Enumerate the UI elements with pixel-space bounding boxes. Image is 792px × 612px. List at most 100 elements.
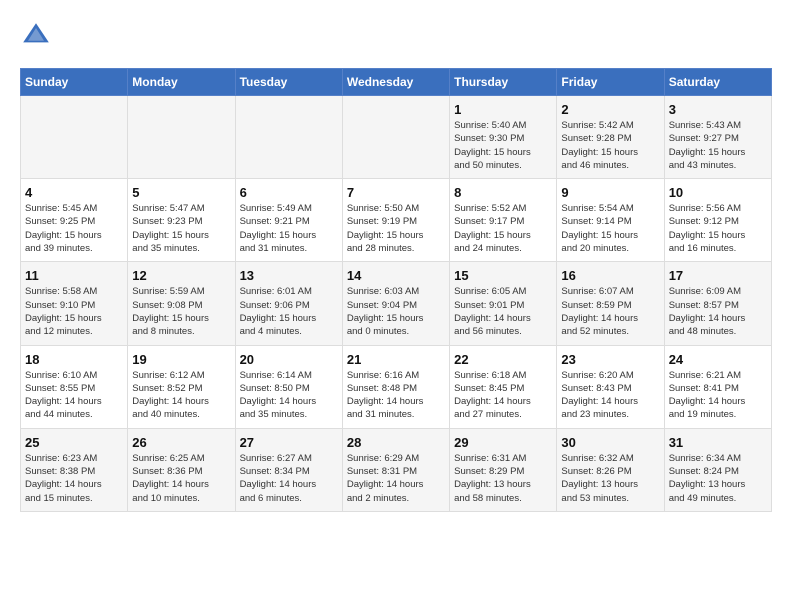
calendar-day-cell: 15Sunrise: 6:05 AM Sunset: 9:01 PM Dayli… bbox=[450, 262, 557, 345]
calendar-day-cell: 5Sunrise: 5:47 AM Sunset: 9:23 PM Daylig… bbox=[128, 179, 235, 262]
day-number: 8 bbox=[454, 185, 552, 200]
day-number: 15 bbox=[454, 268, 552, 283]
day-number: 13 bbox=[240, 268, 338, 283]
calendar-week-row: 25 Sunrise: 6:23 AM Sunset: 8:38 PM Dayli… bbox=[21, 428, 772, 511]
day-info: Sunrise: 6:12 AM Sunset: 8:52 PM Dayligh… bbox=[132, 369, 230, 422]
day-number: 5 bbox=[132, 185, 230, 200]
weekday-header-sunday: Sunday bbox=[21, 69, 128, 96]
weekday-header-row: SundayMondayTuesdayWednesdayThursdayFrid… bbox=[21, 69, 772, 96]
day-number: 4 bbox=[25, 185, 123, 200]
calendar-day-cell: 16 Sunrise: 6:07 AM Sunset: 8:59 PM Dayli… bbox=[557, 262, 664, 345]
calendar-day-cell: 12 Sunrise: 5:59 AM Sunset: 9:08 PM Dayli… bbox=[128, 262, 235, 345]
day-info: Sunrise: 6:23 AM Sunset: 8:38 PM Dayligh… bbox=[25, 452, 123, 505]
calendar-day-cell: 29 Sunrise: 6:31 AM Sunset: 8:29 PM Dayli… bbox=[450, 428, 557, 511]
day-info: Sunrise: 6:09 AM Sunset: 8:57 PM Dayligh… bbox=[669, 285, 767, 338]
calendar-day-cell: 13Sunrise: 6:01 AM Sunset: 9:06 PM Dayli… bbox=[235, 262, 342, 345]
day-info: Sunrise: 5:56 AM Sunset: 9:12 PM Dayligh… bbox=[669, 202, 767, 255]
day-number: 18 bbox=[25, 352, 123, 367]
calendar-day-cell bbox=[21, 96, 128, 179]
calendar-day-cell: 4 Sunrise: 5:45 AM Sunset: 9:25 PM Daylig… bbox=[21, 179, 128, 262]
calendar-day-cell: 11 Sunrise: 5:58 AM Sunset: 9:10 PM Dayli… bbox=[21, 262, 128, 345]
weekday-header-wednesday: Wednesday bbox=[342, 69, 449, 96]
logo bbox=[20, 20, 56, 52]
day-info: Sunrise: 6:27 AM Sunset: 8:34 PM Dayligh… bbox=[240, 452, 338, 505]
day-number: 28 bbox=[347, 435, 445, 450]
weekday-header-monday: Monday bbox=[128, 69, 235, 96]
calendar-day-cell bbox=[235, 96, 342, 179]
day-number: 30 bbox=[561, 435, 659, 450]
calendar-day-cell: 23Sunrise: 6:20 AM Sunset: 8:43 PM Dayli… bbox=[557, 345, 664, 428]
calendar-day-cell: 6 Sunrise: 5:49 AM Sunset: 9:21 PM Daylig… bbox=[235, 179, 342, 262]
day-info: Sunrise: 6:25 AM Sunset: 8:36 PM Dayligh… bbox=[132, 452, 230, 505]
day-number: 7 bbox=[347, 185, 445, 200]
calendar-day-cell: 14Sunrise: 6:03 AM Sunset: 9:04 PM Dayli… bbox=[342, 262, 449, 345]
calendar-day-cell: 27Sunrise: 6:27 AM Sunset: 8:34 PM Dayli… bbox=[235, 428, 342, 511]
day-number: 23 bbox=[561, 352, 659, 367]
calendar-header: SundayMondayTuesdayWednesdayThursdayFrid… bbox=[21, 69, 772, 96]
day-info: Sunrise: 6:14 AM Sunset: 8:50 PM Dayligh… bbox=[240, 369, 338, 422]
calendar-day-cell: 17Sunrise: 6:09 AM Sunset: 8:57 PM Dayli… bbox=[664, 262, 771, 345]
calendar-day-cell: 8 Sunrise: 5:52 AM Sunset: 9:17 PM Daylig… bbox=[450, 179, 557, 262]
calendar-day-cell: 22Sunrise: 6:18 AM Sunset: 8:45 PM Dayli… bbox=[450, 345, 557, 428]
day-number: 1 bbox=[454, 102, 552, 117]
calendar-body: 1 Sunrise: 5:40 AM Sunset: 9:30 PM Daylig… bbox=[21, 96, 772, 512]
day-info: Sunrise: 5:52 AM Sunset: 9:17 PM Dayligh… bbox=[454, 202, 552, 255]
calendar-day-cell: 24 Sunrise: 6:21 AM Sunset: 8:41 PM Dayli… bbox=[664, 345, 771, 428]
day-info: Sunrise: 5:49 AM Sunset: 9:21 PM Dayligh… bbox=[240, 202, 338, 255]
calendar-day-cell: 21 Sunrise: 6:16 AM Sunset: 8:48 PM Dayli… bbox=[342, 345, 449, 428]
day-number: 2 bbox=[561, 102, 659, 117]
day-info: Sunrise: 6:07 AM Sunset: 8:59 PM Dayligh… bbox=[561, 285, 659, 338]
day-info: Sunrise: 5:43 AM Sunset: 9:27 PM Dayligh… bbox=[669, 119, 767, 172]
calendar-day-cell: 28 Sunrise: 6:29 AM Sunset: 8:31 PM Dayli… bbox=[342, 428, 449, 511]
calendar-day-cell: 18 Sunrise: 6:10 AM Sunset: 8:55 PM Dayli… bbox=[21, 345, 128, 428]
calendar-day-cell: 20Sunrise: 6:14 AM Sunset: 8:50 PM Dayli… bbox=[235, 345, 342, 428]
calendar-day-cell: 9 Sunrise: 5:54 AM Sunset: 9:14 PM Daylig… bbox=[557, 179, 664, 262]
calendar-day-cell: 7 Sunrise: 5:50 AM Sunset: 9:19 PM Daylig… bbox=[342, 179, 449, 262]
calendar-week-row: 4 Sunrise: 5:45 AM Sunset: 9:25 PM Daylig… bbox=[21, 179, 772, 262]
weekday-header-thursday: Thursday bbox=[450, 69, 557, 96]
day-number: 19 bbox=[132, 352, 230, 367]
day-info: Sunrise: 5:50 AM Sunset: 9:19 PM Dayligh… bbox=[347, 202, 445, 255]
day-info: Sunrise: 6:32 AM Sunset: 8:26 PM Dayligh… bbox=[561, 452, 659, 505]
day-info: Sunrise: 5:54 AM Sunset: 9:14 PM Dayligh… bbox=[561, 202, 659, 255]
day-number: 6 bbox=[240, 185, 338, 200]
day-number: 10 bbox=[669, 185, 767, 200]
day-number: 26 bbox=[132, 435, 230, 450]
page-header bbox=[20, 20, 772, 52]
day-number: 16 bbox=[561, 268, 659, 283]
day-info: Sunrise: 6:10 AM Sunset: 8:55 PM Dayligh… bbox=[25, 369, 123, 422]
calendar-day-cell: 3 Sunrise: 5:43 AM Sunset: 9:27 PM Daylig… bbox=[664, 96, 771, 179]
day-number: 25 bbox=[25, 435, 123, 450]
day-number: 14 bbox=[347, 268, 445, 283]
day-number: 11 bbox=[25, 268, 123, 283]
calendar-week-row: 1 Sunrise: 5:40 AM Sunset: 9:30 PM Daylig… bbox=[21, 96, 772, 179]
day-number: 24 bbox=[669, 352, 767, 367]
weekday-header-friday: Friday bbox=[557, 69, 664, 96]
calendar-day-cell: 10 Sunrise: 5:56 AM Sunset: 9:12 PM Dayli… bbox=[664, 179, 771, 262]
day-info: Sunrise: 6:31 AM Sunset: 8:29 PM Dayligh… bbox=[454, 452, 552, 505]
day-number: 31 bbox=[669, 435, 767, 450]
calendar-day-cell bbox=[342, 96, 449, 179]
day-number: 29 bbox=[454, 435, 552, 450]
day-number: 12 bbox=[132, 268, 230, 283]
day-info: Sunrise: 6:34 AM Sunset: 8:24 PM Dayligh… bbox=[669, 452, 767, 505]
day-number: 21 bbox=[347, 352, 445, 367]
weekday-header-saturday: Saturday bbox=[664, 69, 771, 96]
day-info: Sunrise: 6:16 AM Sunset: 8:48 PM Dayligh… bbox=[347, 369, 445, 422]
day-info: Sunrise: 5:42 AM Sunset: 9:28 PM Dayligh… bbox=[561, 119, 659, 172]
day-info: Sunrise: 6:29 AM Sunset: 8:31 PM Dayligh… bbox=[347, 452, 445, 505]
calendar-table: SundayMondayTuesdayWednesdayThursdayFrid… bbox=[20, 68, 772, 512]
calendar-day-cell: 19 Sunrise: 6:12 AM Sunset: 8:52 PM Dayli… bbox=[128, 345, 235, 428]
calendar-week-row: 18 Sunrise: 6:10 AM Sunset: 8:55 PM Dayli… bbox=[21, 345, 772, 428]
day-info: Sunrise: 6:21 AM Sunset: 8:41 PM Dayligh… bbox=[669, 369, 767, 422]
day-info: Sunrise: 5:40 AM Sunset: 9:30 PM Dayligh… bbox=[454, 119, 552, 172]
calendar-day-cell bbox=[128, 96, 235, 179]
calendar-day-cell: 1 Sunrise: 5:40 AM Sunset: 9:30 PM Daylig… bbox=[450, 96, 557, 179]
calendar-day-cell: 2 Sunrise: 5:42 AM Sunset: 9:28 PM Daylig… bbox=[557, 96, 664, 179]
day-number: 3 bbox=[669, 102, 767, 117]
day-info: Sunrise: 5:58 AM Sunset: 9:10 PM Dayligh… bbox=[25, 285, 123, 338]
day-info: Sunrise: 5:45 AM Sunset: 9:25 PM Dayligh… bbox=[25, 202, 123, 255]
day-info: Sunrise: 5:59 AM Sunset: 9:08 PM Dayligh… bbox=[132, 285, 230, 338]
day-number: 9 bbox=[561, 185, 659, 200]
day-number: 22 bbox=[454, 352, 552, 367]
